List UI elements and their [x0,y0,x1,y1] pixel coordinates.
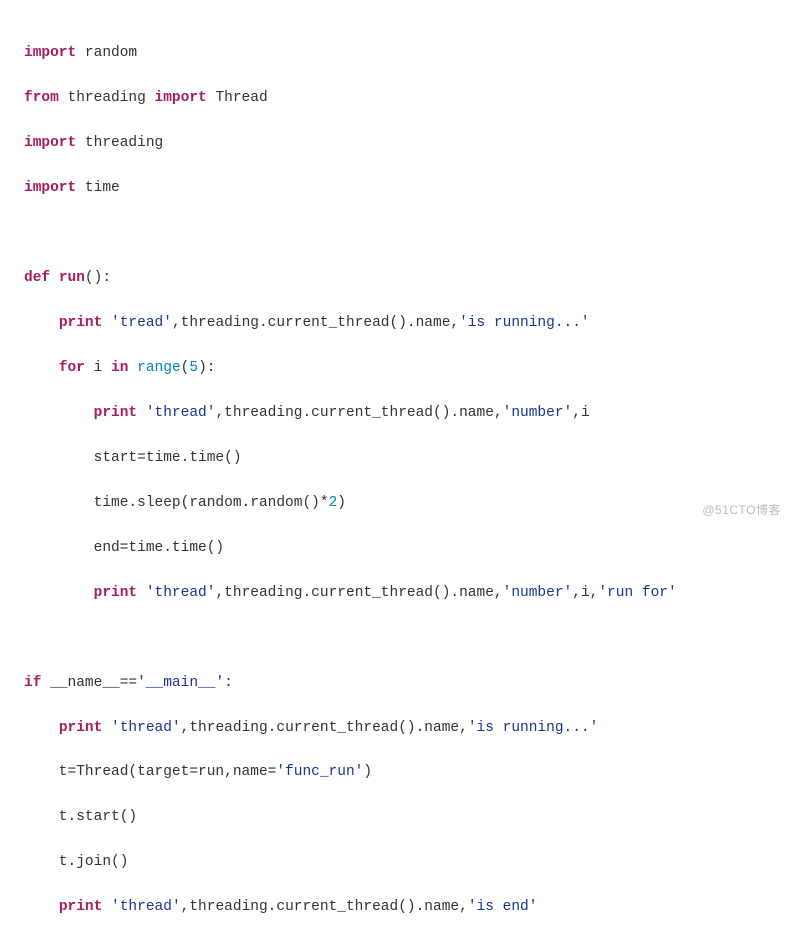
token: ,threading.current_thread().name, [172,315,459,331]
string: 'thread' [111,899,181,915]
string: 'number' [503,405,573,421]
string: 'number' [503,585,573,601]
keyword-def: def [24,270,59,286]
code-block: import random from threading import Thre… [0,0,789,951]
code-line: import random [24,42,771,64]
token: ,i, [572,585,598,601]
code-line: t.start() [24,806,771,828]
blank-line [24,222,771,244]
string: 'is end' [468,899,538,915]
token: i [85,360,111,376]
watermark-text: @51CTO博客 [702,501,781,520]
token: __name__== [41,675,137,691]
token: ): [198,360,215,376]
indent [24,585,94,601]
code-line: print 'thread',threading.current_thread(… [24,402,771,424]
code-line: import time [24,177,771,199]
token: end=time.time() [24,540,224,556]
keyword-print: print [59,315,111,331]
code-line: print 'thread',threading.current_thread(… [24,582,771,604]
code-line: t=Thread(target=run,name='func_run') [24,761,771,783]
string: 'is running...' [459,315,590,331]
token: ) [337,495,346,511]
token: Thread [207,90,268,106]
string: 'run for' [598,585,676,601]
code-line: t.join() [24,851,771,873]
token: ,i [572,405,589,421]
string: '__main__' [137,675,224,691]
code-line: from threading import Thread [24,87,771,109]
token: time [76,180,120,196]
code-line: def run(): [24,267,771,289]
keyword-in: in [111,360,137,376]
code-line: if __name__=='__main__': [24,672,771,694]
keyword-import: import [24,135,76,151]
keyword-print: print [59,899,111,915]
token: t.join() [24,854,128,870]
string: 'is running...' [468,720,599,736]
indent [24,899,59,915]
indent [24,315,59,331]
indent [24,360,59,376]
indent [24,720,59,736]
token: t=Thread(target=run,name= [24,764,276,780]
keyword-import: import [155,90,207,106]
indent [24,405,94,421]
string: 'thread' [111,720,181,736]
token: time.sleep(random.random()* [24,495,329,511]
token: ) [363,764,372,780]
code-line: time.sleep(random.random()*2) [24,492,771,514]
token: threading [59,90,155,106]
number: 5 [189,360,198,376]
code-line: end=time.time() [24,537,771,559]
token: start=time.time() [24,450,242,466]
token: ,threading.current_thread().name, [215,405,502,421]
string: 'func_run' [276,764,363,780]
string: 'thread' [146,405,216,421]
number: 2 [329,495,338,511]
keyword-from: from [24,90,59,106]
token: threading [76,135,163,151]
token: ,threading.current_thread().name, [215,585,502,601]
code-line: start=time.time() [24,447,771,469]
blank-line [24,627,771,649]
keyword-if: if [24,675,41,691]
string: 'tread' [111,315,172,331]
code-line: print 'thread',threading.current_thread(… [24,896,771,918]
code-line: print 'tread',threading.current_thread()… [24,312,771,334]
token: random [76,45,137,61]
function-name: run [59,270,85,286]
code-line: for i in range(5): [24,357,771,379]
code-line: print 'thread',threading.current_thread(… [24,717,771,739]
builtin-range: range [137,360,181,376]
token: ,threading.current_thread().name, [181,720,468,736]
keyword-import: import [24,180,76,196]
token: t.start() [24,809,137,825]
token: ,threading.current_thread().name, [181,899,468,915]
keyword-print: print [94,585,146,601]
keyword-for: for [59,360,85,376]
keyword-import: import [24,45,76,61]
keyword-print: print [94,405,146,421]
code-line: import threading [24,132,771,154]
string: 'thread' [146,585,216,601]
token: (): [85,270,111,286]
token: : [224,675,233,691]
keyword-print: print [59,720,111,736]
